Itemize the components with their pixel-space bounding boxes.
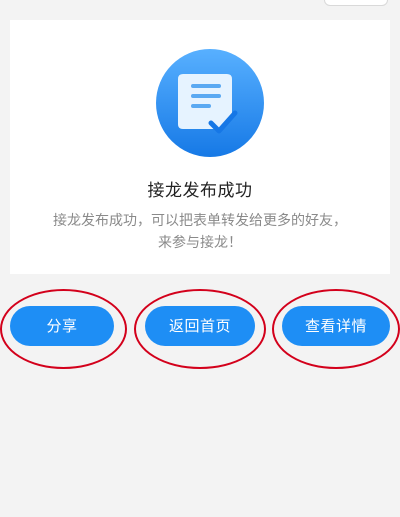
description-line-1: 接龙发布成功，可以把表单转发给更多的好友， bbox=[53, 213, 347, 229]
view-details-button[interactable]: 查看详情 bbox=[282, 306, 390, 346]
document-check-icon bbox=[155, 48, 265, 158]
description-line-2: 来参与接龙！ bbox=[158, 235, 242, 251]
success-title: 接龙发布成功 bbox=[147, 181, 253, 201]
success-card: 接龙发布成功 接龙发布成功，可以把表单转发给更多的好友， 来参与接龙！ bbox=[10, 20, 390, 274]
success-description: 接龙发布成功，可以把表单转发给更多的好友， 来参与接龙！ bbox=[40, 210, 360, 254]
top-corner-control bbox=[324, 0, 388, 6]
back-home-button[interactable]: 返回首页 bbox=[145, 306, 255, 346]
share-button[interactable]: 分享 bbox=[10, 306, 114, 346]
